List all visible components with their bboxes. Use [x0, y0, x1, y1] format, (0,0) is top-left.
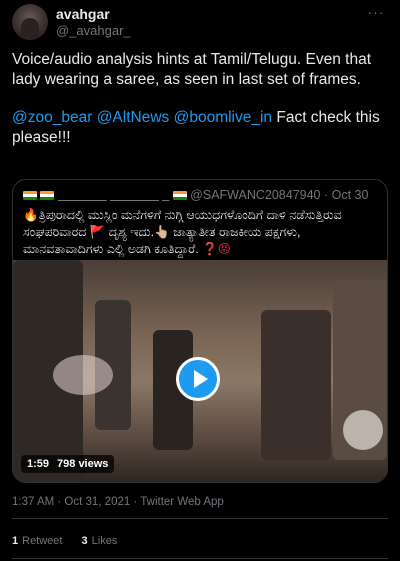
engagement-stats: 1 Retweet 3 Likes [12, 535, 133, 547]
video-duration: 1:59 [27, 458, 50, 470]
quoted-author-name[interactable]: _______ _______ _ [58, 188, 169, 202]
video-views: 798 views [57, 458, 109, 470]
more-options-icon[interactable]: ··· [366, 4, 386, 22]
divider [12, 518, 388, 519]
play-button-icon[interactable] [176, 357, 220, 401]
mention-link-boomlive[interactable]: @boomlive_in [174, 109, 272, 126]
video-frame-flash [53, 355, 113, 395]
quoted-author-handle-time[interactable]: @SAFWANC20847940 · Oct 30 [190, 188, 368, 202]
mention-link-zoo-bear[interactable]: @zoo_bear [12, 109, 92, 126]
tweet-text: Voice/audio analysis hints at Tamil/Telu… [12, 50, 388, 166]
quoted-tweet-text: 🔥ತ್ರಿಪುರಾದಲ್ಲಿ ಮುಸ್ಲಿಂ ಮನೆಗಳಿಗೆ ನುಗ್ಗಿ ಆ… [23, 207, 377, 258]
india-flag-icon [23, 191, 37, 200]
video-frame-figure [261, 310, 331, 460]
video-frame-flash [343, 410, 383, 450]
video-info-badge: 1:59 798 views [21, 455, 115, 473]
likes-count: 3 [81, 535, 88, 547]
divider [12, 558, 388, 559]
video-player[interactable]: 1:59 798 views [13, 260, 387, 482]
author-handle[interactable]: @_avahgar_ [56, 23, 131, 38]
retweets-count: 1 [12, 535, 19, 547]
quoted-text-body: 🔥ತ್ರಿಪುರಾದಲ್ಲಿ ಮುಸ್ಲಿಂ ಮನೆಗಳಿಗೆ ನುಗ್ಗಿ ಆ… [23, 208, 342, 256]
mention-link-altnews[interactable]: @AltNews [97, 109, 170, 126]
tweet-timestamp[interactable]: 1:37 AM · Oct 31, 2021 · Twitter Web App [12, 496, 224, 508]
india-flag-icon [172, 191, 187, 200]
quoted-text-emoji: ❓😡 [202, 242, 231, 256]
tweet-header: avahgar @_avahgar_ ··· [12, 4, 388, 40]
tweet-text-line2: @zoo_bear @AltNews @boomlive_in Fact che… [12, 108, 388, 148]
india-flag-icon [40, 191, 55, 200]
retweets-stat[interactable]: 1 Retweet [12, 535, 62, 547]
quoted-tweet-card[interactable]: _______ _______ _ @SAFWANC20847940 · Oct… [12, 179, 388, 483]
quoted-tweet-header: _______ _______ _ @SAFWANC20847940 · Oct… [23, 188, 368, 204]
likes-stat[interactable]: 3 Likes [82, 535, 118, 547]
retweets-label: Retweet [22, 535, 63, 547]
author-display-name[interactable]: avahgar [56, 6, 110, 22]
avatar[interactable] [12, 4, 48, 40]
likes-label: Likes [91, 535, 118, 547]
tweet-text-line1: Voice/audio analysis hints at Tamil/Telu… [12, 51, 372, 88]
